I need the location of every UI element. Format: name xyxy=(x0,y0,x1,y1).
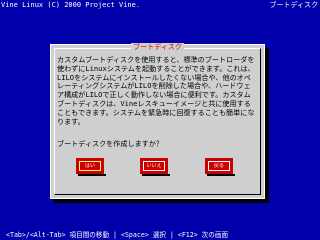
back-button-label: 戻る xyxy=(213,163,224,169)
dialog-title: ブートディスク xyxy=(51,43,264,51)
dialog-title-label: ブートディスク xyxy=(131,43,184,51)
yes-button-label: はい xyxy=(84,163,95,169)
boot-disk-dialog: ブートディスク カスタムブートディスクを使用すると、標準のブートローダを使わずに… xyxy=(50,43,265,199)
screen-name-text: ブートディスク xyxy=(269,1,318,9)
yes-button-shadow xyxy=(78,174,106,176)
back-button[interactable]: 戻る xyxy=(205,158,235,176)
no-button-shadow xyxy=(142,174,170,176)
yes-button[interactable]: はい xyxy=(76,158,106,176)
dialog-question: ブートディスクを作成しますか？ xyxy=(57,139,163,148)
back-button-shadow xyxy=(207,174,235,176)
no-button-label: いいえ xyxy=(146,163,162,169)
key-hint-text: <Tab>/<Alt-Tab> 項目間の移動 | <Space> 選択 | <F… xyxy=(6,231,229,239)
installer-header: Vine Linux (C) 2000 Project Vine. ブートディス… xyxy=(0,0,320,10)
dialog-description: カスタムブートディスクを使用すると、標準のブートローダを使わずにLinuxシステ… xyxy=(57,56,255,126)
copyright-text: Vine Linux (C) 2000 Project Vine. xyxy=(1,1,141,9)
help-line: <Tab>/<Alt-Tab> 項目間の移動 | <Space> 選択 | <F… xyxy=(0,231,320,240)
no-button[interactable]: いいえ xyxy=(140,158,170,176)
